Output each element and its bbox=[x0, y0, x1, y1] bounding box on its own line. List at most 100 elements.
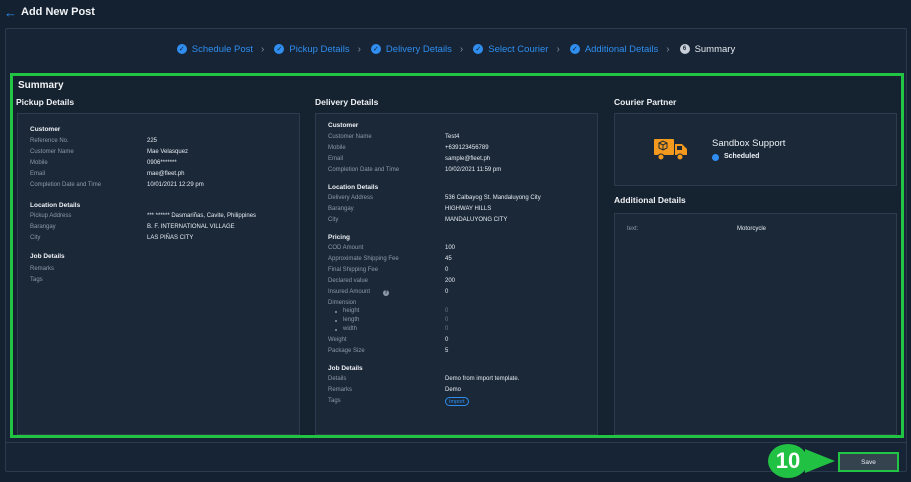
field-label: Package Size bbox=[328, 348, 365, 354]
courier-name: Sandbox Support bbox=[712, 138, 786, 149]
footer-divider bbox=[5, 442, 907, 443]
field-value: 0 bbox=[445, 317, 449, 323]
stepper: ✓ Schedule Post › ✓ Pickup Details › ✓ D… bbox=[6, 29, 906, 69]
arrow-left-icon[interactable]: ← bbox=[4, 5, 17, 20]
delivery-truck-icon bbox=[654, 139, 687, 161]
field-value: HIGHWAY HILLS bbox=[445, 206, 492, 212]
pickup-location-head: Location Details bbox=[30, 202, 81, 209]
bullet-icon bbox=[335, 329, 337, 331]
field-label: height bbox=[343, 308, 360, 314]
step-schedule-post[interactable]: ✓ Schedule Post bbox=[176, 43, 254, 55]
field-label: Barangay bbox=[328, 206, 354, 212]
pickup-panel: Customer Reference No. 225 Customer Name… bbox=[17, 113, 300, 435]
field-value: 536 Calbayog St. Mandaluyong City bbox=[445, 195, 541, 201]
step-pickup-details[interactable]: ✓ Pickup Details bbox=[274, 43, 350, 55]
field-label: Reference No. bbox=[30, 138, 69, 144]
field-value: 225 bbox=[147, 138, 158, 144]
summary-section: Summary Pickup Details Customer Referenc… bbox=[10, 73, 904, 438]
step-label: Pickup Details bbox=[289, 43, 350, 55]
bullet-icon bbox=[335, 311, 337, 313]
field-value: Mae Velasquez bbox=[147, 149, 189, 155]
field-label: City bbox=[328, 217, 339, 223]
courier-card[interactable]: Sandbox Support Scheduled bbox=[614, 113, 897, 186]
step-summary[interactable]: 6 Summary bbox=[679, 43, 736, 55]
field-value: 200 bbox=[445, 278, 456, 284]
step-label: Delivery Details bbox=[385, 43, 452, 55]
courier-status: Scheduled bbox=[724, 153, 760, 160]
check-circle-icon: ✓ bbox=[176, 44, 187, 54]
chevron-right-icon: › bbox=[666, 43, 670, 55]
field-label: Remarks bbox=[328, 387, 353, 393]
top-bar: ← Add New Post bbox=[0, 0, 911, 24]
save-button[interactable]: Save bbox=[838, 452, 899, 472]
arrow-right-icon bbox=[805, 449, 835, 473]
summary-title: Summary bbox=[18, 80, 64, 91]
step-label: Select Courier bbox=[488, 43, 549, 55]
pickup-details-title: Pickup Details bbox=[16, 97, 75, 107]
field-label: Approximate Shipping Fee bbox=[328, 256, 399, 262]
field-value: LAS PIÑAS CITY bbox=[147, 235, 194, 241]
field-label: Email bbox=[30, 171, 46, 177]
bullet-icon bbox=[335, 320, 337, 322]
delivery-panel: Customer Customer Name Test4 Mobile +639… bbox=[315, 113, 598, 435]
step-additional-details[interactable]: ✓ Additional Details bbox=[569, 44, 658, 55]
pickup-job-head: Job Details bbox=[30, 253, 65, 260]
delivery-location-head: Location Details bbox=[328, 184, 379, 191]
page-title: Add New Post bbox=[21, 6, 95, 18]
field-label: text: bbox=[627, 226, 639, 232]
step-label: Summary bbox=[694, 43, 736, 55]
field-label: Delivery Address bbox=[328, 195, 374, 201]
field-value: *** ****** Dasmariñas, Cavite, Philippin… bbox=[147, 213, 257, 219]
additional-details-title: Additional Details bbox=[614, 195, 686, 205]
chevron-right-icon: › bbox=[261, 43, 265, 55]
delivery-customer-head: Customer bbox=[328, 122, 359, 129]
check-circle-icon: ✓ bbox=[569, 44, 580, 54]
field-value: 100 bbox=[445, 245, 456, 251]
field-value: 0 bbox=[445, 308, 449, 314]
field-label: Completion Date and Time bbox=[328, 167, 400, 173]
field-value: sample@fleet.ph bbox=[445, 156, 491, 162]
field-value: 5 bbox=[445, 348, 449, 354]
field-label: Final Shipping Fee bbox=[328, 267, 379, 273]
field-value: 0 bbox=[445, 267, 449, 273]
field-label: Customer Name bbox=[328, 134, 372, 140]
field-value: Test4 bbox=[445, 134, 460, 140]
field-label: Barangay bbox=[30, 224, 56, 230]
pickup-customer-head: Customer bbox=[30, 126, 61, 133]
tag-chip[interactable]: Import bbox=[445, 397, 469, 406]
step-number-badge: 10 bbox=[768, 444, 808, 478]
field-label: COD Amount bbox=[328, 245, 364, 251]
field-label: Declared value bbox=[328, 278, 369, 284]
field-value: Demo bbox=[445, 387, 462, 393]
step-label: Schedule Post bbox=[191, 43, 254, 55]
courier-partner-title: Courier Partner bbox=[614, 97, 677, 107]
field-value: 10/01/2021 12:29 pm bbox=[147, 182, 204, 188]
field-label: Dimension bbox=[328, 300, 357, 306]
field-value: Motorcycle bbox=[737, 226, 767, 232]
field-label: Tags bbox=[328, 398, 341, 404]
step-number-icon: 6 bbox=[679, 44, 690, 54]
field-value: 0 bbox=[445, 337, 449, 343]
chevron-right-icon: › bbox=[556, 43, 560, 55]
check-circle-icon: ✓ bbox=[370, 44, 381, 54]
field-label: Details bbox=[328, 376, 347, 382]
field-value: 10/02/2021 11:59 pm bbox=[445, 167, 502, 173]
field-value: 0906******* bbox=[147, 160, 177, 166]
field-label: Customer Name bbox=[30, 149, 74, 155]
field-value: MANDALUYONG CITY bbox=[445, 217, 508, 223]
step-delivery-details[interactable]: ✓ Delivery Details bbox=[370, 43, 452, 55]
step-select-courier[interactable]: ✓ Select Courier bbox=[473, 44, 548, 55]
question-circle-icon[interactable]: ? bbox=[383, 290, 389, 296]
field-value: +639123456789 bbox=[445, 145, 489, 151]
status-dot-icon bbox=[712, 154, 719, 161]
field-label: Email bbox=[328, 156, 344, 162]
field-label: width bbox=[343, 326, 358, 332]
field-label: Completion Date and Time bbox=[30, 182, 102, 188]
chevron-right-icon: › bbox=[459, 43, 464, 55]
delivery-pricing-head: Pricing bbox=[328, 234, 351, 241]
field-value: Demo from import template. bbox=[445, 376, 520, 382]
field-value: mae@fleet.ph bbox=[147, 171, 185, 177]
field-value: B. F. INTERNATIONAL VILLAGE bbox=[147, 224, 235, 230]
field-label: Insured Amount bbox=[328, 289, 371, 295]
field-label: Mobile bbox=[328, 145, 346, 151]
